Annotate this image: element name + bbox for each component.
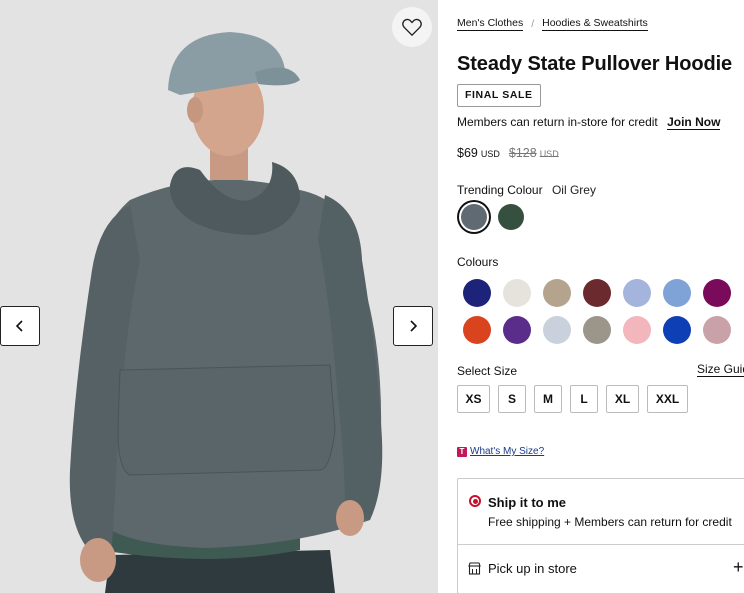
size-option-button[interactable]: XL — [606, 385, 639, 413]
colour-swatch[interactable] — [463, 316, 491, 344]
breadcrumb-link-mens-clothes[interactable]: Men's Clothes — [457, 17, 524, 31]
trending-swatch-list — [461, 204, 524, 230]
colour-swatch[interactable] — [583, 279, 611, 307]
product-image-gallery — [0, 0, 438, 593]
colour-swatch[interactable] — [543, 279, 571, 307]
breadcrumb-separator: / — [531, 18, 535, 30]
member-return-text: Members can return in-store for credit — [457, 115, 658, 129]
size-option-button[interactable]: S — [498, 385, 526, 413]
size-guide-link[interactable]: Size Guide — [697, 362, 744, 377]
colour-swatch[interactable] — [703, 279, 731, 307]
sale-price: $69 — [457, 146, 478, 160]
size-option-button[interactable]: XXL — [647, 385, 688, 413]
size-option-button[interactable]: XS — [457, 385, 490, 413]
colours-heading: Colours — [457, 255, 499, 269]
colour-swatch[interactable] — [663, 316, 691, 344]
ship-option-subtitle: Free shipping + Members can return for c… — [488, 515, 732, 529]
product-info-panel: Men's Clothes / Hoodies & Sweatshirts St… — [457, 0, 744, 593]
product-title: Steady State Pullover Hoodie — [457, 53, 733, 75]
member-return-info: Members can return in-store for credit J… — [457, 115, 721, 130]
colour-swatch[interactable] — [623, 279, 651, 307]
original-price: $128 USD — [509, 146, 559, 160]
colour-swatch[interactable] — [543, 316, 571, 344]
original-price-value: $128 — [508, 146, 537, 160]
ship-to-me-option[interactable]: Ship it to me Free shipping + Members ca… — [458, 479, 744, 545]
original-price-currency: USD — [539, 149, 559, 159]
ship-option-title: Ship it to me — [488, 495, 566, 510]
trending-colour-heading: Trending Colour Oil Grey — [457, 183, 596, 197]
size-option-button[interactable]: M — [534, 385, 562, 413]
colour-swatch-grid — [463, 279, 731, 344]
heart-outline-icon — [402, 18, 422, 37]
colour-swatch[interactable] — [503, 279, 531, 307]
selected-colour-name: Oil Grey — [551, 183, 596, 197]
product-photo — [0, 0, 438, 593]
colour-swatch[interactable] — [463, 279, 491, 307]
ship-radio-selected[interactable] — [469, 495, 481, 507]
whats-my-size-link[interactable]: What's My Size? — [470, 446, 544, 457]
trending-colour-swatch[interactable] — [461, 204, 487, 230]
store-icon — [468, 562, 481, 575]
next-image-button[interactable] — [393, 306, 433, 346]
size-option-button[interactable]: L — [570, 385, 598, 413]
size-options: XS S M L XL XXL — [457, 385, 688, 413]
expand-plus-icon[interactable]: + — [733, 557, 744, 578]
select-size-label: Select Size — [457, 364, 518, 378]
join-now-link[interactable]: Join Now — [667, 115, 721, 130]
trending-colour-label: Trending Colour — [457, 183, 543, 197]
colour-swatch[interactable] — [663, 279, 691, 307]
sale-price-currency: USD — [480, 149, 500, 159]
pickup-in-store-option[interactable]: Pick up in store + — [458, 545, 744, 593]
price-block: $69 USD $128 USD — [457, 146, 559, 160]
chevron-left-icon — [15, 320, 23, 332]
breadcrumb-link-hoodies[interactable]: Hoodies & Sweatshirts — [542, 17, 648, 31]
colour-swatch[interactable] — [583, 316, 611, 344]
colour-swatch[interactable] — [703, 316, 731, 344]
true-fit-badge-icon: T — [457, 446, 467, 457]
pickup-label: Pick up in store — [488, 561, 577, 576]
fulfillment-options: Ship it to me Free shipping + Members ca… — [457, 478, 744, 593]
breadcrumb: Men's Clothes / Hoodies & Sweatshirts — [457, 17, 648, 31]
previous-image-button[interactable] — [0, 306, 40, 346]
trending-colour-swatch[interactable] — [498, 204, 524, 230]
final-sale-badge: FINAL SALE — [457, 84, 541, 107]
colour-swatch[interactable] — [623, 316, 651, 344]
colour-swatch[interactable] — [503, 316, 531, 344]
whats-my-size: T What's My Size? — [457, 446, 544, 457]
add-to-favorites-button[interactable] — [392, 7, 432, 47]
chevron-right-icon — [410, 320, 418, 332]
